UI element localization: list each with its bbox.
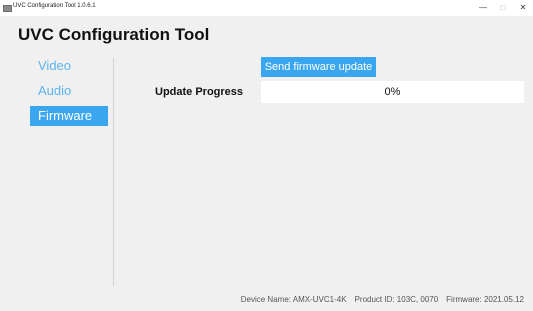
app-window: UVC Configuration Tool 1.0.6.1 — □ ✕ UVC… — [0, 0, 533, 311]
send-firmware-update-button[interactable]: Send firmware update — [261, 57, 376, 77]
sidebar-divider — [113, 58, 114, 286]
sidebar-item-firmware[interactable]: Firmware — [30, 106, 108, 126]
firmware-version: Firmware: 2021.05.12 — [446, 295, 524, 304]
update-progress-bar: 0% — [261, 81, 524, 103]
title-bar: UVC Configuration Tool 1.0.6.1 — □ ✕ — [0, 0, 533, 16]
sidebar-item-audio[interactable]: Audio — [30, 81, 108, 101]
close-button[interactable]: ✕ — [513, 0, 533, 16]
progress-percent: 0% — [384, 86, 401, 98]
app-title: UVC Configuration Tool — [18, 25, 210, 44]
window-title: UVC Configuration Tool 1.0.6.1 — [13, 3, 96, 9]
sidebar-nav: Video Audio Firmware — [30, 56, 110, 131]
product-id: Product ID: 103C, 0070 — [354, 295, 439, 304]
minimize-button[interactable]: — — [473, 0, 493, 16]
device-name: Device Name: AMX-UVC1-4K — [240, 295, 347, 304]
update-progress-label: Update Progress — [155, 86, 244, 98]
app-icon — [3, 5, 12, 12]
status-bar: Device Name: AMX-UVC1-4K Product ID: 103… — [241, 295, 524, 304]
maximize-button[interactable]: □ — [493, 0, 513, 16]
sidebar-item-video[interactable]: Video — [30, 56, 108, 76]
